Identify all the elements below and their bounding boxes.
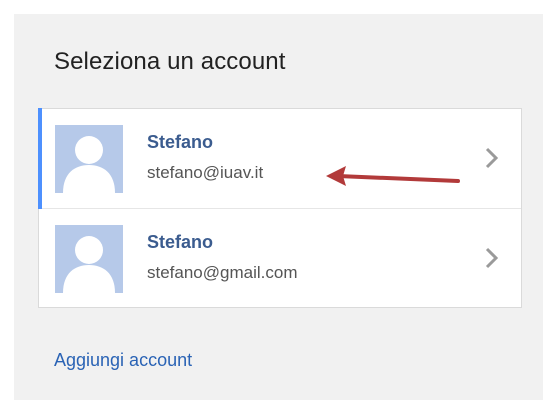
- account-email: stefano@gmail.com: [147, 263, 298, 282]
- add-account-link[interactable]: Aggiungi account: [54, 350, 192, 371]
- default-user-silhouette-icon: [63, 236, 115, 293]
- account-item-gmail[interactable]: Stefano stefano@gmail.com: [39, 209, 521, 308]
- default-user-silhouette-icon: [63, 136, 115, 193]
- chevron-right-icon: [485, 247, 499, 269]
- account-chooser-panel: Seleziona un account Stefano stefano@iua…: [14, 14, 543, 400]
- page-title: Seleziona un account: [54, 48, 286, 75]
- chevron-right-icon: [485, 147, 499, 169]
- avatar: [55, 225, 123, 293]
- avatar: [55, 125, 123, 193]
- account-item-iuav[interactable]: Stefano stefano@iuav.it: [38, 108, 521, 209]
- account-email: stefano@iuav.it: [147, 163, 264, 182]
- selected-indicator: [38, 108, 42, 209]
- account-name: Stefano: [147, 232, 214, 252]
- account-name: Stefano: [147, 132, 214, 152]
- account-list: Stefano stefano@iuav.it Stefano stefano@…: [38, 108, 522, 308]
